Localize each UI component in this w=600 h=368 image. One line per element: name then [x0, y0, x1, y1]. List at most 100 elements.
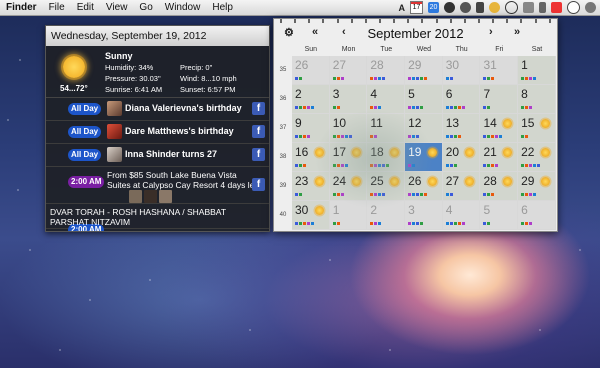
event-dots: [483, 77, 495, 80]
calendar-day[interactable]: 5: [405, 85, 443, 114]
sun-icon: [540, 119, 550, 128]
adobe-icon[interactable]: A: [399, 3, 406, 13]
calendar-day[interactable]: 8: [518, 85, 556, 114]
calendar-day[interactable]: 22: [518, 143, 556, 172]
facebook-icon[interactable]: f: [252, 102, 265, 115]
calendar-status-icon[interactable]: 17: [410, 1, 423, 14]
day-number: 17: [332, 145, 347, 159]
calendar-day[interactable]: 25: [367, 172, 406, 201]
calendar-day[interactable]: 3: [329, 85, 368, 114]
calendar-day[interactable]: 6: [442, 85, 481, 114]
event-dots: [483, 106, 491, 109]
timemachine-icon[interactable]: [585, 2, 596, 13]
calendar-day[interactable]: 29: [518, 172, 556, 201]
menu-file[interactable]: File: [46, 2, 68, 13]
weekday-label: Tue: [380, 46, 393, 53]
menu-bar: Finder File Edit View Go Window Help A 1…: [0, 0, 600, 16]
weekday-label: Wed: [416, 46, 432, 53]
event-dots: [332, 193, 344, 196]
pressure-value: Pressure: 30.03": [105, 74, 161, 83]
agenda-event[interactable]: All Day Diana Valerievna's birthday f: [46, 98, 269, 121]
calendar-day-today[interactable]: 19: [405, 143, 443, 172]
facebook-icon[interactable]: f: [252, 178, 265, 191]
calendar-day[interactable]: 9: [292, 114, 330, 143]
calendar-day[interactable]: 18: [367, 143, 406, 172]
sun-icon: [390, 148, 400, 157]
calendar-day[interactable]: 3: [405, 201, 443, 230]
menu-finder[interactable]: Finder: [3, 2, 40, 13]
status-menu-area: A 17 20: [399, 0, 596, 15]
calendar-day[interactable]: 23: [292, 172, 330, 201]
gear-status-icon[interactable]: [444, 2, 455, 13]
calendar-day[interactable]: 27: [442, 172, 481, 201]
weekday-label: Sat: [531, 46, 543, 53]
day-number: 4: [445, 203, 453, 217]
copy-icon[interactable]: [551, 2, 562, 13]
event-dots: [521, 106, 533, 109]
calendar-day[interactable]: 11: [367, 114, 406, 143]
time-chip: 2:00 AM: [68, 176, 105, 188]
calendar-day[interactable]: 6: [518, 201, 556, 230]
calendar-day[interactable]: 24: [329, 172, 368, 201]
sun-icon: [314, 148, 324, 157]
calendar-day[interactable]: 26: [292, 56, 330, 85]
calendar-day[interactable]: 17: [329, 143, 368, 172]
calendar-day[interactable]: 31: [480, 56, 519, 85]
calendar-day[interactable]: 4: [442, 201, 481, 230]
calendar-day[interactable]: 13: [442, 114, 481, 143]
week-number: 37: [279, 125, 287, 131]
menu-view[interactable]: View: [103, 2, 131, 13]
menu-help[interactable]: Help: [209, 2, 236, 13]
calendar-day[interactable]: 15: [518, 114, 556, 143]
event-dots: [370, 135, 378, 138]
agenda-event[interactable]: 2:00 AM DVAR TORAH - ROSH HASHANA / SHAB…: [46, 204, 269, 231]
clock-icon[interactable]: [567, 1, 580, 14]
calendar-day[interactable]: 30: [292, 201, 330, 230]
day-number: 20: [445, 145, 460, 159]
weather-status-icon[interactable]: [489, 2, 500, 13]
calendar-day[interactable]: 12: [405, 114, 443, 143]
menu-go[interactable]: Go: [136, 2, 155, 13]
calendar-day[interactable]: 14: [480, 114, 519, 143]
lamp-icon[interactable]: [476, 2, 484, 13]
calendar-day[interactable]: 2: [367, 201, 406, 230]
calendar-day[interactable]: 29: [405, 56, 443, 85]
calendar-day[interactable]: 1: [518, 56, 556, 85]
calendar-day[interactable]: 20: [442, 143, 481, 172]
headphones-icon[interactable]: [505, 1, 518, 14]
calendar-day[interactable]: 28: [480, 172, 519, 201]
calendar-day[interactable]: 7: [480, 85, 519, 114]
day-number: 21: [483, 145, 497, 159]
agenda-event[interactable]: 2:00 AM From $85 South Lake Buena Vista …: [46, 167, 269, 204]
day-number: 3: [332, 87, 340, 101]
calendar-day[interactable]: 27: [329, 56, 368, 85]
calendar-day[interactable]: 4: [367, 85, 406, 114]
facebook-icon[interactable]: f: [252, 125, 265, 138]
transfer-icon[interactable]: [523, 2, 534, 13]
calendar-day[interactable]: 5: [480, 201, 519, 230]
calendar-badge-icon[interactable]: 20: [428, 2, 439, 13]
cloud-icon[interactable]: [460, 2, 471, 13]
facebook-icon[interactable]: f: [252, 148, 265, 161]
calendar-day[interactable]: 21: [480, 143, 519, 172]
agenda-event[interactable]: All Day Dare Matthews's birthday f: [46, 121, 269, 144]
calendar-day[interactable]: 1: [329, 201, 368, 230]
wrench-icon[interactable]: [539, 2, 546, 13]
calendar-day[interactable]: 30: [442, 56, 481, 85]
calendar-day[interactable]: 26: [405, 172, 443, 201]
event-title: DVAR TORAH - ROSH HASHANA / SHABBAT PARS…: [50, 207, 226, 227]
next-year-button[interactable]: »: [514, 26, 520, 38]
calendar-day[interactable]: 16: [292, 143, 330, 172]
menu-window[interactable]: Window: [162, 2, 204, 13]
calendar-day[interactable]: 2: [292, 85, 330, 114]
all-day-chip: All Day: [68, 149, 102, 161]
week-number: 40: [279, 212, 287, 218]
calendar-day[interactable]: 10: [329, 114, 368, 143]
calendar-day[interactable]: 28: [367, 56, 406, 85]
next-month-button[interactable]: ›: [489, 26, 493, 38]
agenda-event[interactable]: All Day Inna Shinder turns 27 f: [46, 144, 269, 167]
event-dots: [370, 77, 386, 80]
event-dots: [408, 222, 424, 225]
week-number: 39: [279, 183, 287, 189]
menu-edit[interactable]: Edit: [74, 2, 97, 13]
